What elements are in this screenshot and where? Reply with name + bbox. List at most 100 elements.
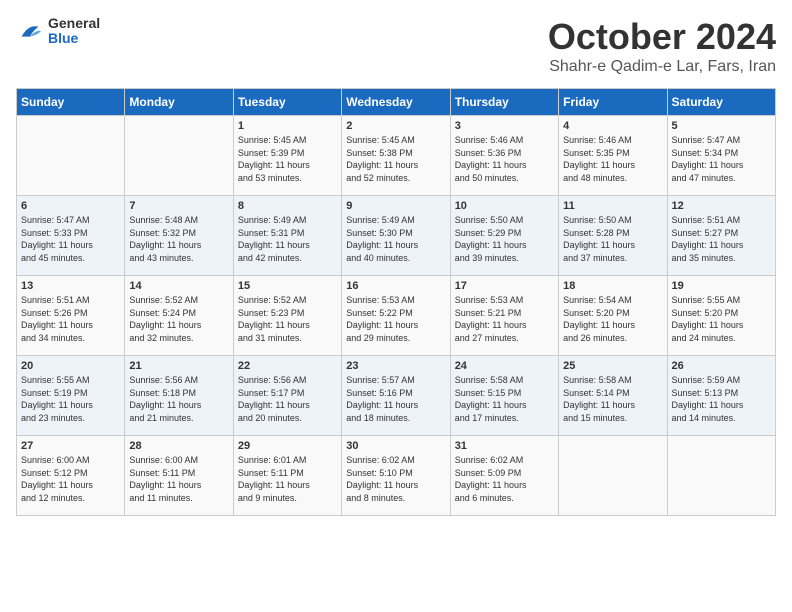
calendar-cell: 21 Sunrise: 5:56 AM Sunset: 5:18 PM Dayli… — [125, 356, 233, 436]
day-number: 29 — [238, 440, 337, 452]
cell-info: Sunrise: 5:54 AM Sunset: 5:20 PM Dayligh… — [563, 294, 662, 344]
calendar-cell: 9Sunrise: 5:49 AM Sunset: 5:30 PM Daylig… — [342, 196, 450, 276]
logo-text-line1: General — [48, 16, 100, 31]
cell-info: Sunrise: 6:00 AM Sunset: 5:12 PM Dayligh… — [21, 454, 120, 504]
week-row-4: 20 Sunrise: 5:55 AM Sunset: 5:19 PM Dayli… — [17, 356, 776, 436]
cell-info: Sunrise: 6:02 AM Sunset: 5:09 PM Dayligh… — [455, 454, 554, 504]
calendar-cell: 18Sunrise: 5:54 AM Sunset: 5:20 PM Dayli… — [559, 276, 667, 356]
calendar-cell — [667, 436, 775, 516]
day-number: 6 — [21, 200, 120, 212]
cell-info: Sunrise: 5:55 AM Sunset: 5:19 PM Dayligh… — [21, 374, 120, 424]
day-header-tuesday: Tuesday — [233, 89, 341, 116]
calendar-table: SundayMondayTuesdayWednesdayThursdayFrid… — [16, 88, 776, 516]
month-title: October 2024 — [548, 16, 776, 58]
calendar-cell: 15Sunrise: 5:52 AM Sunset: 5:23 PM Dayli… — [233, 276, 341, 356]
cell-info: Sunrise: 5:48 AM Sunset: 5:32 PM Dayligh… — [129, 214, 228, 264]
day-header-wednesday: Wednesday — [342, 89, 450, 116]
week-row-5: 27 Sunrise: 6:00 AM Sunset: 5:12 PM Dayli… — [17, 436, 776, 516]
day-number: 10 — [455, 200, 554, 212]
cell-info: Sunrise: 6:01 AM Sunset: 5:11 PM Dayligh… — [238, 454, 337, 504]
cell-info: Sunrise: 5:47 AM Sunset: 5:34 PM Dayligh… — [672, 134, 771, 184]
cell-info: Sunrise: 5:57 AM Sunset: 5:16 PM Dayligh… — [346, 374, 445, 424]
cell-info: Sunrise: 5:53 AM Sunset: 5:22 PM Dayligh… — [346, 294, 445, 344]
calendar-cell: 4Sunrise: 5:46 AM Sunset: 5:35 PM Daylig… — [559, 116, 667, 196]
day-number: 31 — [455, 440, 554, 452]
day-number: 30 — [346, 440, 445, 452]
day-number: 1 — [238, 120, 337, 132]
cell-info: Sunrise: 5:47 AM Sunset: 5:33 PM Dayligh… — [21, 214, 120, 264]
logo: General Blue — [16, 16, 100, 47]
location-subtitle: Shahr-e Qadim-e Lar, Fars, Iran — [548, 58, 776, 76]
cell-info: Sunrise: 5:46 AM Sunset: 5:35 PM Dayligh… — [563, 134, 662, 184]
calendar-cell: 12 Sunrise: 5:51 AM Sunset: 5:27 PM Dayli… — [667, 196, 775, 276]
calendar-cell: 17 Sunrise: 5:53 AM Sunset: 5:21 PM Dayli… — [450, 276, 558, 356]
header-row: SundayMondayTuesdayWednesdayThursdayFrid… — [17, 89, 776, 116]
day-number: 12 — [672, 200, 771, 212]
cell-info: Sunrise: 5:53 AM Sunset: 5:21 PM Dayligh… — [455, 294, 554, 344]
cell-info: Sunrise: 5:51 AM Sunset: 5:26 PM Dayligh… — [21, 294, 120, 344]
day-number: 21 — [129, 360, 228, 372]
cell-info: Sunrise: 5:55 AM Sunset: 5:20 PM Dayligh… — [672, 294, 771, 344]
day-number: 25 — [563, 360, 662, 372]
day-number: 11 — [563, 200, 662, 212]
calendar-cell: 3Sunrise: 5:46 AM Sunset: 5:36 PM Daylig… — [450, 116, 558, 196]
day-number: 17 — [455, 280, 554, 292]
cell-info: Sunrise: 5:52 AM Sunset: 5:23 PM Dayligh… — [238, 294, 337, 344]
calendar-cell: 10 Sunrise: 5:50 AM Sunset: 5:29 PM Dayli… — [450, 196, 558, 276]
calendar-cell: 7 Sunrise: 5:48 AM Sunset: 5:32 PM Daylig… — [125, 196, 233, 276]
day-number: 2 — [346, 120, 445, 132]
calendar-cell: 19 Sunrise: 5:55 AM Sunset: 5:20 PM Dayli… — [667, 276, 775, 356]
week-row-2: 6 Sunrise: 5:47 AM Sunset: 5:33 PM Daylig… — [17, 196, 776, 276]
calendar-cell: 13 Sunrise: 5:51 AM Sunset: 5:26 PM Dayli… — [17, 276, 125, 356]
calendar-cell: 31 Sunrise: 6:02 AM Sunset: 5:09 PM Dayli… — [450, 436, 558, 516]
calendar-cell: 8 Sunrise: 5:49 AM Sunset: 5:31 PM Daylig… — [233, 196, 341, 276]
day-number: 20 — [21, 360, 120, 372]
cell-info: Sunrise: 5:50 AM Sunset: 5:29 PM Dayligh… — [455, 214, 554, 264]
day-header-friday: Friday — [559, 89, 667, 116]
calendar-cell: 27 Sunrise: 6:00 AM Sunset: 5:12 PM Dayli… — [17, 436, 125, 516]
week-row-3: 13 Sunrise: 5:51 AM Sunset: 5:26 PM Dayli… — [17, 276, 776, 356]
calendar-cell: 16 Sunrise: 5:53 AM Sunset: 5:22 PM Dayli… — [342, 276, 450, 356]
cell-info: Sunrise: 6:00 AM Sunset: 5:11 PM Dayligh… — [129, 454, 228, 504]
calendar-cell: 1 Sunrise: 5:45 AM Sunset: 5:39 PM Daylig… — [233, 116, 341, 196]
day-header-thursday: Thursday — [450, 89, 558, 116]
calendar-cell: 14Sunrise: 5:52 AM Sunset: 5:24 PM Dayli… — [125, 276, 233, 356]
day-header-saturday: Saturday — [667, 89, 775, 116]
cell-info: Sunrise: 5:49 AM Sunset: 5:30 PM Dayligh… — [346, 214, 445, 264]
calendar-cell: 28 Sunrise: 6:00 AM Sunset: 5:11 PM Dayli… — [125, 436, 233, 516]
calendar-cell — [125, 116, 233, 196]
day-number: 8 — [238, 200, 337, 212]
cell-info: Sunrise: 5:45 AM Sunset: 5:38 PM Dayligh… — [346, 134, 445, 184]
cell-info: Sunrise: 5:59 AM Sunset: 5:13 PM Dayligh… — [672, 374, 771, 424]
day-number: 28 — [129, 440, 228, 452]
calendar-cell — [17, 116, 125, 196]
logo-text-line2: Blue — [48, 31, 100, 46]
calendar-cell: 11 Sunrise: 5:50 AM Sunset: 5:28 PM Dayli… — [559, 196, 667, 276]
calendar-cell: 24 Sunrise: 5:58 AM Sunset: 5:15 PM Dayli… — [450, 356, 558, 436]
cell-info: Sunrise: 5:51 AM Sunset: 5:27 PM Dayligh… — [672, 214, 771, 264]
day-number: 16 — [346, 280, 445, 292]
cell-info: Sunrise: 5:45 AM Sunset: 5:39 PM Dayligh… — [238, 134, 337, 184]
cell-info: Sunrise: 5:49 AM Sunset: 5:31 PM Dayligh… — [238, 214, 337, 264]
day-header-sunday: Sunday — [17, 89, 125, 116]
cell-info: Sunrise: 5:58 AM Sunset: 5:15 PM Dayligh… — [455, 374, 554, 424]
week-row-1: 1 Sunrise: 5:45 AM Sunset: 5:39 PM Daylig… — [17, 116, 776, 196]
day-number: 13 — [21, 280, 120, 292]
day-number: 19 — [672, 280, 771, 292]
day-number: 14 — [129, 280, 228, 292]
calendar-cell: 2 Sunrise: 5:45 AM Sunset: 5:38 PM Daylig… — [342, 116, 450, 196]
cell-info: Sunrise: 5:50 AM Sunset: 5:28 PM Dayligh… — [563, 214, 662, 264]
cell-info: Sunrise: 6:02 AM Sunset: 5:10 PM Dayligh… — [346, 454, 445, 504]
day-number: 3 — [455, 120, 554, 132]
day-number: 7 — [129, 200, 228, 212]
calendar-cell: 5Sunrise: 5:47 AM Sunset: 5:34 PM Daylig… — [667, 116, 775, 196]
page-header: General Blue October 2024 Shahr-e Qadim-… — [16, 16, 776, 76]
cell-info: Sunrise: 5:56 AM Sunset: 5:17 PM Dayligh… — [238, 374, 337, 424]
logo-icon — [16, 17, 44, 45]
day-number: 24 — [455, 360, 554, 372]
day-number: 27 — [21, 440, 120, 452]
calendar-cell: 25 Sunrise: 5:58 AM Sunset: 5:14 PM Dayli… — [559, 356, 667, 436]
cell-info: Sunrise: 5:58 AM Sunset: 5:14 PM Dayligh… — [563, 374, 662, 424]
day-header-monday: Monday — [125, 89, 233, 116]
cell-info: Sunrise: 5:56 AM Sunset: 5:18 PM Dayligh… — [129, 374, 228, 424]
